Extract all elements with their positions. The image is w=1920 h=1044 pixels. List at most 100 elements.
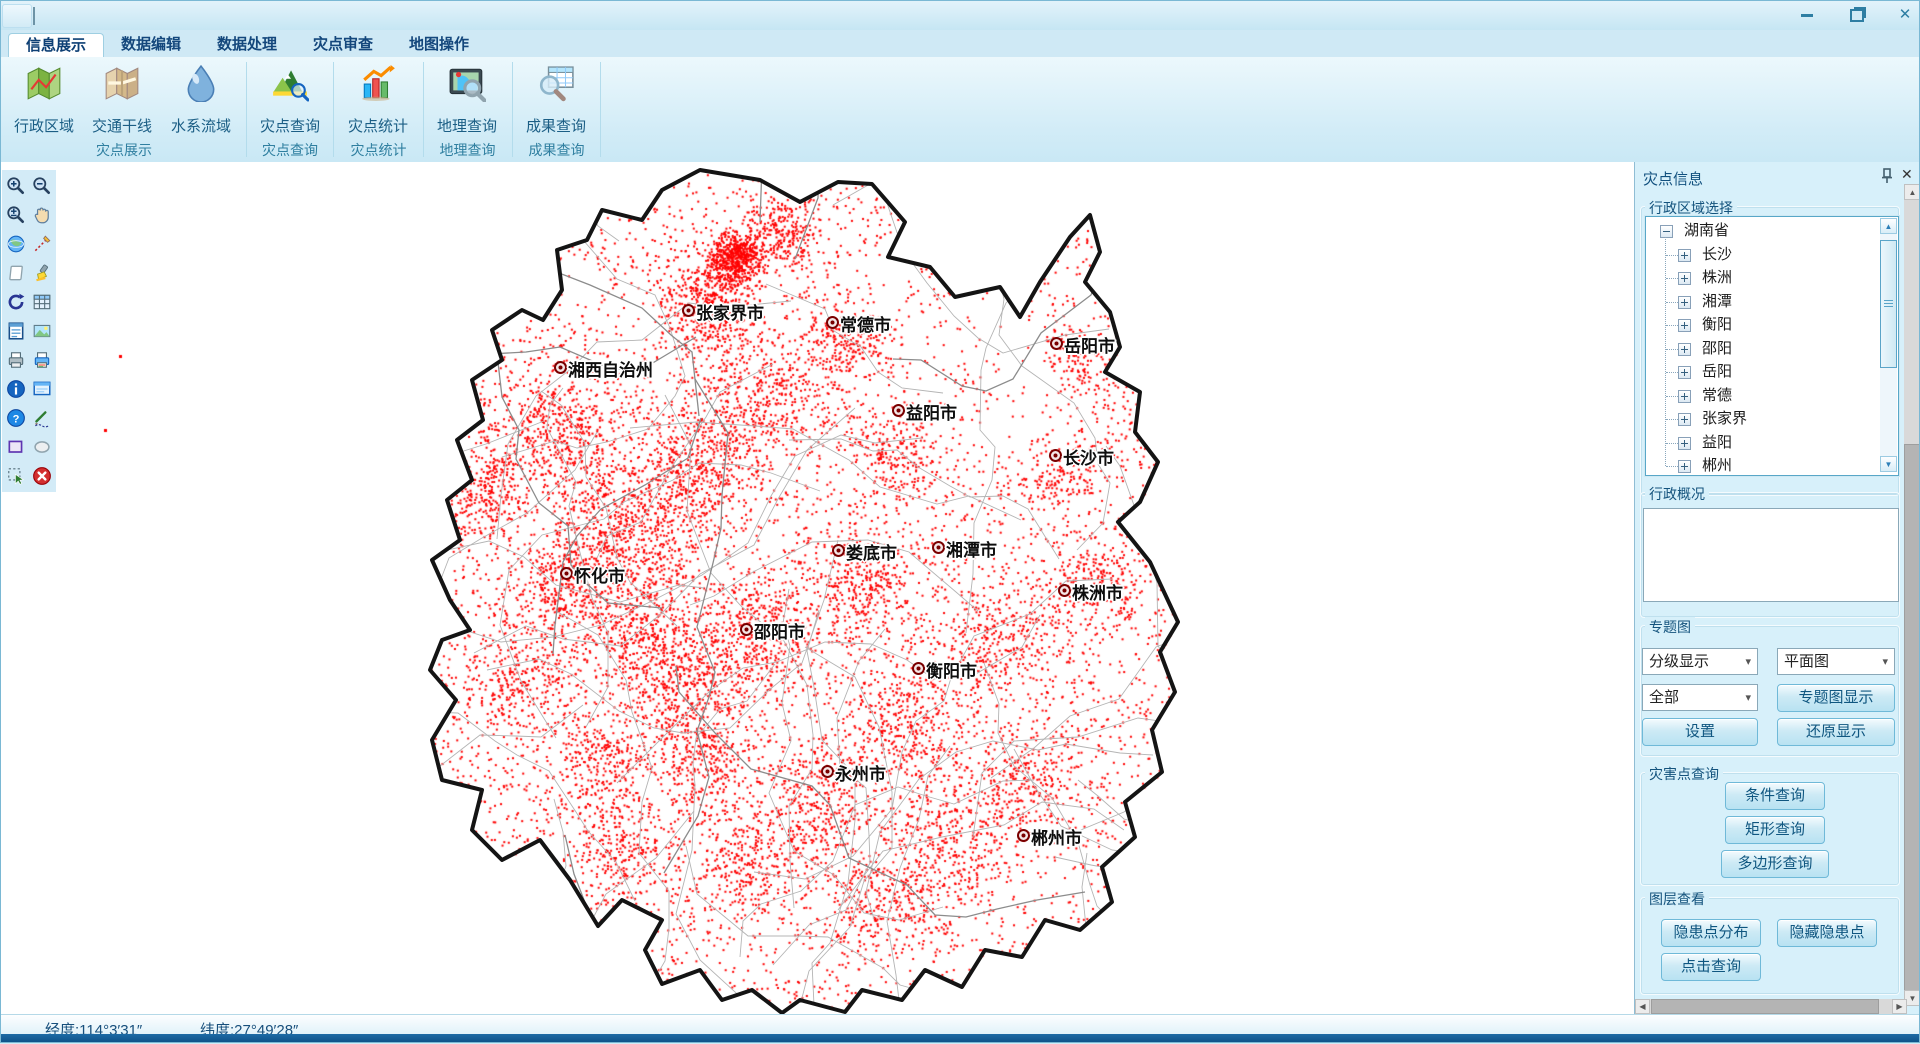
tab-数据编辑[interactable]: 数据编辑 — [104, 33, 198, 57]
map-tool-palette: ? — [2, 170, 56, 492]
overview-textarea[interactable] — [1643, 508, 1899, 602]
tree-item-衡阳[interactable]: 衡阳 — [1646, 313, 1876, 337]
help-tool[interactable]: ? — [6, 408, 28, 430]
thematic-mode-select[interactable]: 分级显示▾ — [1642, 648, 1758, 675]
title-bar: ✕ — [0, 0, 1920, 31]
restore-button[interactable] — [1840, 4, 1874, 26]
window-bottom-edge — [0, 1034, 1920, 1043]
thematic-show-button[interactable]: 专题图显示 — [1777, 684, 1895, 712]
thematic-type-select[interactable]: 平面图▾ — [1777, 648, 1895, 675]
table-tool[interactable] — [32, 292, 54, 314]
traffic-line-icon — [103, 64, 141, 102]
city-marker-岳阳市 — [1050, 337, 1063, 350]
ribbon-group-separator — [246, 62, 247, 157]
tree-item-常德[interactable]: 常德 — [1646, 384, 1876, 408]
window-icon — [32, 379, 52, 399]
polygon-query-button[interactable]: 多边形查询 — [1721, 850, 1829, 878]
city-marker-株洲市 — [1058, 584, 1071, 597]
tree-item-湖南省[interactable]: 湖南省 — [1646, 219, 1876, 243]
panel-title: 灾点信息 — [1643, 168, 1703, 189]
tree-item-邵阳[interactable]: 邵阳 — [1646, 337, 1876, 361]
tree-item-张家界[interactable]: 张家界 — [1646, 407, 1876, 431]
tree-item-湘潭[interactable]: 湘潭 — [1646, 290, 1876, 314]
ribbon-group-label-灾点展示: 灾点展示 — [4, 140, 244, 160]
click-query-button[interactable]: 点击查询 — [1661, 953, 1761, 981]
admin-region-icon — [25, 64, 63, 102]
ribbon-button-灾点查询[interactable]: 灾点查询 — [252, 60, 328, 138]
page-icon — [6, 263, 26, 283]
page-tool[interactable] — [6, 263, 28, 285]
window-tool[interactable] — [32, 379, 54, 401]
zoom-out-icon — [32, 176, 52, 196]
ribbon-button-交通干线[interactable]: 交通干线 — [84, 60, 160, 138]
map-canvas-area[interactable]: 张家界市常德市岳阳市湘西自治州益阳市长沙市娄底市湘潭市怀化市株洲市邵阳市衡阳市永… — [0, 162, 1634, 1014]
tree-item-长沙[interactable]: 长沙 — [1646, 243, 1876, 267]
zoom-out-tool[interactable] — [32, 176, 54, 198]
ribbon-button-成果查询[interactable]: 成果查询 — [518, 60, 594, 138]
printer-color-tool[interactable] — [32, 350, 54, 372]
rectangle-query-button[interactable]: 矩形查询 — [1725, 816, 1825, 844]
rect-shape-tool[interactable] — [6, 437, 28, 459]
city-label-娄底市: 娄底市 — [846, 539, 897, 564]
pan-icon — [32, 205, 52, 225]
close-button[interactable]: ✕ — [1888, 4, 1920, 26]
thematic-scope-select[interactable]: 全部▾ — [1642, 684, 1758, 711]
restore-display-button[interactable]: 还原显示 — [1777, 718, 1895, 746]
city-label-郴州市: 郴州市 — [1031, 824, 1082, 849]
tab-灾点审查[interactable]: 灾点审查 — [296, 33, 390, 57]
hide-hazard-button[interactable]: 隐藏隐患点 — [1777, 919, 1877, 947]
tree-scrollbar[interactable]: ▲ ▼ — [1880, 218, 1897, 472]
close-red-tool[interactable] — [32, 466, 54, 488]
city-label-长沙市: 长沙市 — [1063, 444, 1114, 469]
tree-item-郴州[interactable]: 郴州 — [1646, 454, 1876, 478]
ribbon-button-水系流域[interactable]: 水系流域 — [163, 60, 239, 138]
info-tool[interactable] — [6, 379, 28, 401]
ribbon-group-label-成果查询: 成果查询 — [514, 140, 599, 160]
close-red-icon — [32, 466, 52, 486]
image-icon — [32, 321, 52, 341]
panel-vertical-scrollbar[interactable]: ▲ ▼ — [1904, 184, 1920, 1006]
city-label-株洲市: 株洲市 — [1072, 579, 1123, 604]
globe-tool[interactable] — [6, 234, 28, 256]
city-label-湘西自治州: 湘西自治州 — [568, 356, 653, 381]
ribbon-button-行政区域[interactable]: 行政区域 — [6, 60, 82, 138]
tree-item-益阳[interactable]: 益阳 — [1646, 431, 1876, 455]
rect-shape-icon — [6, 437, 26, 457]
doc-list-tool[interactable] — [6, 321, 28, 343]
pin-icon[interactable] — [1881, 168, 1893, 184]
ribbon-button-灾点统计[interactable]: 灾点统计 — [340, 60, 416, 138]
printer-tool[interactable] — [6, 350, 28, 372]
refresh-tool[interactable] — [6, 292, 28, 314]
pen-tool[interactable] — [32, 408, 54, 430]
city-label-永州市: 永州市 — [835, 760, 886, 785]
tab-数据处理[interactable]: 数据处理 — [200, 33, 294, 57]
svg-text:?: ? — [13, 413, 20, 425]
ribbon-group-separator — [333, 62, 334, 157]
measure-icon — [32, 234, 52, 254]
pan-tool[interactable] — [32, 205, 54, 227]
tree-item-岳阳[interactable]: 岳阳 — [1646, 360, 1876, 384]
app-menu-button[interactable] — [2, 4, 32, 28]
tab-地图操作[interactable]: 地图操作 — [392, 33, 486, 57]
select-marquee-tool[interactable] — [6, 466, 28, 488]
ellipse-shape-tool[interactable] — [32, 437, 54, 459]
measure-tool[interactable] — [32, 234, 54, 256]
layer-view-label: 图层查看 — [1645, 889, 1709, 909]
panel-horizontal-scrollbar[interactable]: ◀ ▶ — [1635, 999, 1907, 1014]
tab-信息展示[interactable]: 信息展示 — [8, 33, 104, 58]
tree-item-株洲[interactable]: 株洲 — [1646, 266, 1876, 290]
settings-button[interactable]: 设置 — [1642, 718, 1758, 746]
panel-close-icon[interactable]: ✕ — [1901, 166, 1913, 183]
zoom-in-tool[interactable] — [6, 176, 28, 198]
minimize-button[interactable] — [1790, 4, 1824, 26]
condition-query-button[interactable]: 条件查询 — [1725, 782, 1825, 810]
brush-tool[interactable] — [32, 263, 54, 285]
geo-query-icon — [448, 64, 486, 102]
ellipse-shape-icon — [32, 437, 52, 457]
help-icon: ? — [6, 408, 26, 428]
region-tree: 湖南省长沙株洲湘潭衡阳邵阳岳阳常德张家界益阳郴州 ▲ ▼ — [1645, 216, 1899, 476]
hazard-distribution-button[interactable]: 隐患点分布 — [1661, 919, 1761, 947]
ribbon-button-地理查询[interactable]: 地理查询 — [429, 60, 505, 138]
zoom-extent-tool[interactable] — [6, 205, 28, 227]
image-tool[interactable] — [32, 321, 54, 343]
